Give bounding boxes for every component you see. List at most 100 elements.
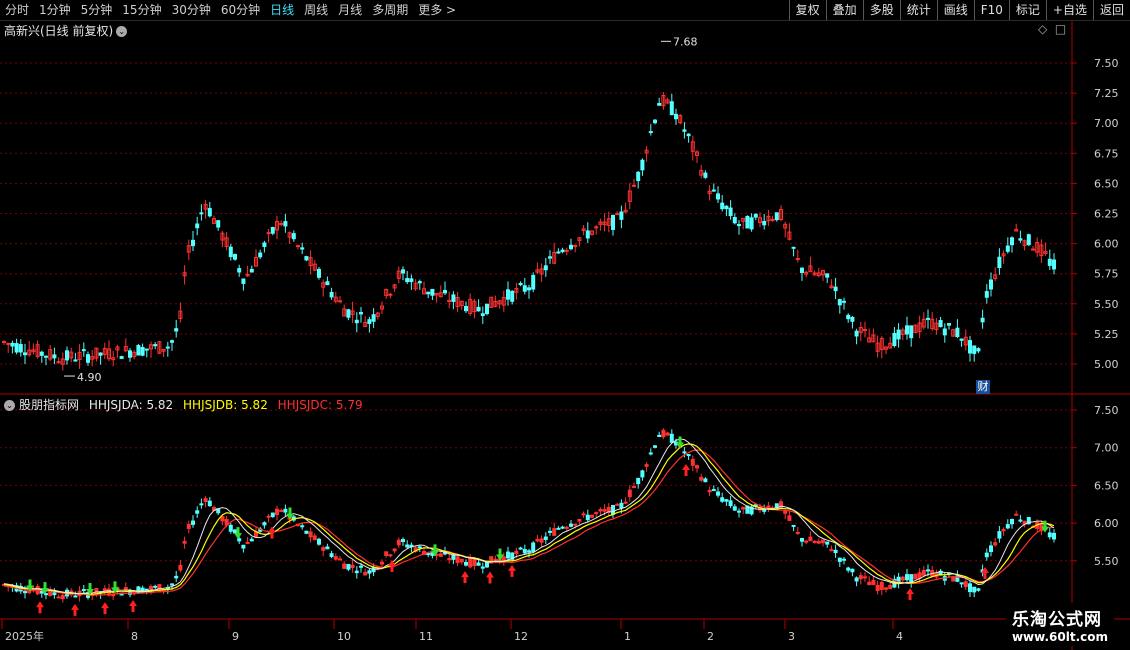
chevron-down-icon[interactable]: ⌄: [116, 26, 128, 37]
candle-body: [564, 249, 569, 252]
x-tick-label: 2025年: [5, 629, 44, 643]
x-tick-label: 4: [896, 630, 903, 643]
ind-candle-body: [426, 553, 431, 556]
candle-body: [296, 245, 300, 248]
candle-body: [594, 226, 599, 229]
ind-candle-body: [476, 562, 481, 566]
y-tick-label: 7.00: [1094, 117, 1119, 130]
ind-candle-body: [170, 583, 174, 586]
ind-candle-body: [73, 595, 78, 598]
candle-body: [745, 215, 750, 229]
ind-candle-body: [401, 539, 405, 543]
candle-body: [451, 294, 456, 302]
candle-body: [543, 265, 548, 271]
toolbar-button-0[interactable]: 复权: [788, 0, 826, 20]
period-tab-4[interactable]: 30分钟: [167, 0, 216, 20]
period-tabs: 分时 1分钟 5分钟 15分钟 30分钟 60分钟 日线 周线 月线 多周期 更多 >: [0, 0, 461, 20]
buy-arrow-icon: [129, 599, 137, 612]
candle-body: [216, 220, 221, 228]
ind-candle-body: [707, 489, 712, 493]
candle-body: [464, 305, 468, 312]
candle-body: [854, 330, 859, 337]
ind-candle-body: [468, 557, 473, 568]
ind-candle-body: [241, 544, 246, 549]
ind-candle-body: [203, 498, 208, 503]
ind-candle-body: [842, 558, 846, 561]
ind-candle-body: [39, 590, 44, 594]
toolbar-button-5[interactable]: F10: [973, 0, 1009, 20]
ind-candle-body: [963, 581, 968, 588]
period-tab-10[interactable]: 更多 >: [413, 0, 461, 20]
chevron-down-icon[interactable]: ⌄: [4, 400, 15, 411]
ind-candle-body: [590, 514, 594, 518]
period-tab-5[interactable]: 60分钟: [216, 0, 265, 20]
ind-candle-body: [728, 500, 733, 507]
period-tab-7[interactable]: 周线: [299, 0, 333, 20]
toolbar-button-8[interactable]: 返回: [1092, 0, 1130, 20]
toolbar-button-6[interactable]: 标记: [1008, 0, 1046, 20]
candle-body: [909, 325, 914, 339]
ind-candle-body: [182, 540, 187, 544]
ind-candle-body: [459, 558, 464, 563]
toolbar-button-7[interactable]: +自选: [1045, 0, 1093, 20]
candle-body: [128, 350, 132, 358]
candle-body: [165, 346, 170, 349]
ind-candle-body: [388, 554, 393, 557]
toolbar-button-4[interactable]: 画线: [936, 0, 974, 20]
period-tab-1[interactable]: 1分钟: [34, 0, 76, 20]
ind-candle-body: [149, 585, 153, 590]
ind-candle-body: [741, 506, 746, 510]
y-tick-label: 5.75: [1094, 268, 1119, 281]
buy-arrow-icon: [486, 571, 494, 584]
candle-body: [401, 269, 405, 274]
candle-body: [52, 354, 57, 359]
ind-candle-body: [266, 515, 271, 518]
period-tab-0[interactable]: 分时: [0, 0, 34, 20]
square-icon[interactable]: □: [1055, 22, 1066, 36]
toolbar-button-2[interactable]: 多股: [862, 0, 900, 20]
ind-candle-body: [737, 510, 741, 513]
ind-candle-body: [237, 538, 242, 542]
candle-body: [291, 233, 296, 240]
ind-candle-body: [438, 553, 443, 557]
y-tick-label: 7.00: [1094, 442, 1119, 455]
ind-candle-body: [657, 434, 662, 438]
candle-body: [585, 230, 590, 239]
ind-candle-body: [879, 581, 884, 590]
candle-body: [207, 208, 212, 217]
period-tab-9[interactable]: 多周期: [367, 0, 413, 20]
toolbar-button-3[interactable]: 统计: [899, 0, 937, 20]
ind-candle-body: [867, 581, 872, 586]
candle-body: [615, 213, 620, 216]
ind-candle-body: [997, 531, 1002, 539]
candle-body: [266, 232, 271, 235]
buy-arrow-icon: [906, 588, 914, 601]
toolbar-button-1[interactable]: 叠加: [825, 0, 863, 20]
diamond-icon[interactable]: ◇: [1038, 22, 1047, 36]
buy-arrow-icon: [36, 601, 44, 614]
candle-body: [837, 299, 842, 306]
kline-chart-area[interactable]: 7.50 7.25 7.00 6.75 6.50 6.25 6.00 5.75 5.50 5.25…: [0, 21, 1130, 650]
candle-body: [506, 289, 510, 300]
candle-body: [560, 249, 565, 253]
y-tick-label: 7.50: [1094, 57, 1119, 70]
x-tick-label: 1: [624, 630, 631, 643]
period-tab-6[interactable]: 日线: [265, 0, 299, 20]
finance-marker[interactable]: 财: [976, 380, 990, 394]
candle-body: [753, 213, 758, 218]
ind-candle-body: [174, 575, 179, 579]
ind-candle-body: [606, 506, 611, 513]
ind-candle-body: [800, 537, 804, 542]
period-tab-8[interactable]: 月线: [333, 0, 367, 20]
ind-candle-body: [989, 545, 993, 553]
ind-candle-body: [581, 513, 586, 516]
ind-candle-body: [333, 556, 338, 560]
ind-candle-body: [207, 500, 212, 507]
period-tab-2[interactable]: 5分钟: [76, 0, 118, 20]
ind-candle-body: [686, 454, 691, 457]
period-tab-3[interactable]: 15分钟: [117, 0, 166, 20]
candle-body: [140, 346, 145, 356]
candle-body: [522, 285, 527, 292]
watermark: 乐淘公式网 www.60lt.com: [1005, 603, 1114, 646]
ind-candle-body: [577, 518, 582, 522]
